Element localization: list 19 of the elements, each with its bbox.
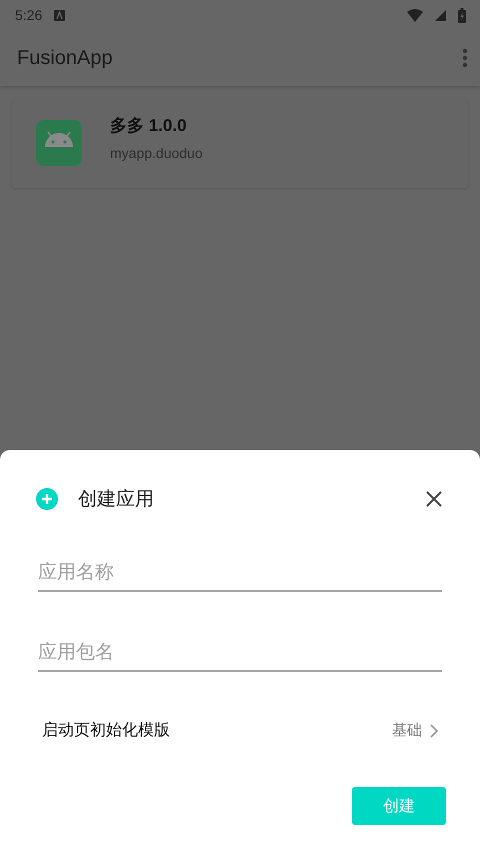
app-title: FusionApp	[17, 46, 114, 70]
close-icon[interactable]	[426, 491, 442, 507]
app-card[interactable]: 多多 1.0.0 myapp.duoduo	[12, 98, 468, 188]
input-field[interactable]: 应用包名	[38, 636, 442, 672]
add-icon	[36, 488, 58, 510]
status-time: 5:26	[15, 7, 42, 23]
dialog-title: 创建应用	[78, 488, 155, 512]
app-name: 多多 1.0.0	[110, 114, 188, 136]
input-field[interactable]: 应用名称	[38, 556, 442, 592]
template-value[interactable]: 基础	[392, 721, 422, 740]
notification-icon	[54, 10, 66, 20]
template-label: 启动页初始化模版	[42, 720, 171, 741]
app-package: myapp.duoduo	[110, 144, 203, 160]
chevron-right-icon	[430, 724, 438, 738]
signal-icon	[435, 10, 446, 20]
wifi-icon	[407, 8, 423, 22]
create-button[interactable]: 创建	[352, 787, 446, 825]
android-app-icon	[36, 120, 82, 166]
battery-icon	[458, 8, 466, 22]
